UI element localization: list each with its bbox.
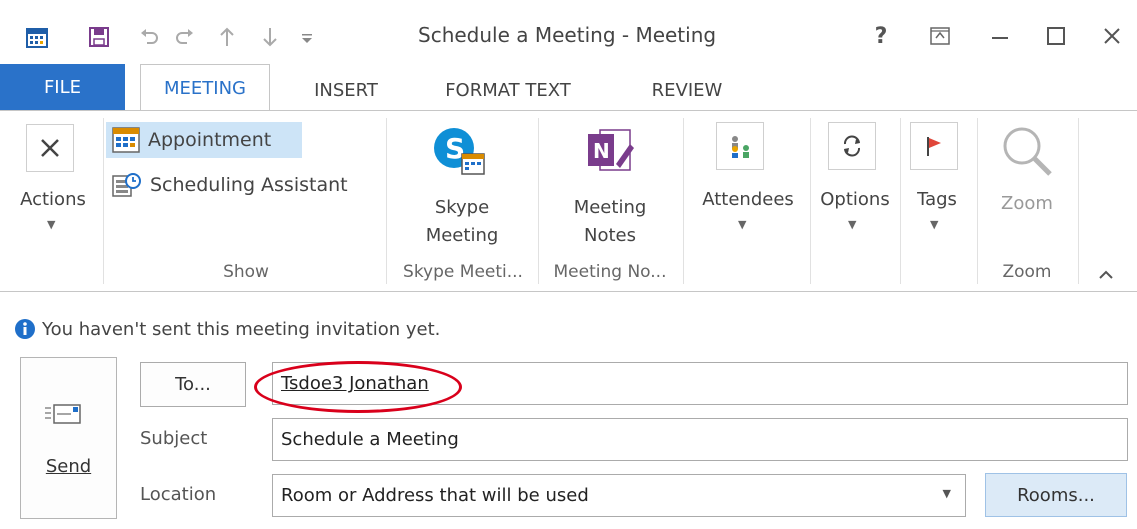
save-icon[interactable] [82, 18, 116, 56]
zoom-button[interactable]: Zoom [982, 118, 1072, 258]
send-envelope-icon [43, 402, 83, 434]
maximize-icon[interactable] [1036, 18, 1076, 54]
scheduling-assistant-label: Scheduling Assistant [150, 174, 348, 196]
window-title: Schedule a Meeting - Meeting [418, 23, 717, 47]
annotation-circle [254, 361, 462, 413]
tab-meeting[interactable]: MEETING [140, 64, 270, 111]
zoom-group-label: Zoom [1002, 262, 1052, 282]
skype-meeting-line2: Meeting [425, 225, 499, 246]
customize-qat-icon[interactable] [292, 18, 322, 56]
tab-file[interactable]: FILE [0, 64, 125, 110]
appointment-icon [112, 127, 140, 153]
options-button[interactable]: Options ▼ [812, 118, 898, 258]
undo-icon[interactable] [134, 18, 164, 56]
tags-label: Tags [917, 189, 957, 210]
magnifier-icon [1000, 124, 1056, 184]
zoom-label: Zoom [1001, 193, 1053, 214]
outlook-calendar-icon[interactable] [20, 18, 54, 56]
meeting-notes-button[interactable]: N Meeting Notes [542, 118, 678, 258]
scheduling-assistant-button[interactable]: Scheduling Assistant [106, 168, 376, 202]
location-label: Location [140, 484, 217, 505]
tab-format-text[interactable]: FORMAT TEXT [428, 70, 588, 110]
send-button[interactable]: Send [20, 357, 117, 519]
onenote-icon: N [586, 126, 636, 180]
attendees-label: Attendees [702, 189, 794, 210]
appointment-label: Appointment [148, 129, 272, 151]
info-icon [14, 318, 36, 340]
svg-text:N: N [593, 139, 610, 163]
skype-group-label: Skype Meeti... [403, 262, 523, 282]
next-item-icon[interactable] [255, 18, 285, 56]
scheduling-assistant-icon [112, 172, 142, 198]
actions-button[interactable]: Actions ▼ [10, 118, 96, 268]
close-icon[interactable] [1092, 18, 1132, 54]
close-meeting-icon [26, 124, 74, 172]
location-input[interactable]: Room or Address that will be used ▼ [272, 474, 966, 517]
chevron-down-icon: ▼ [738, 218, 747, 231]
meeting-notes-line2: Notes [584, 225, 636, 246]
help-button[interactable]: ? [866, 18, 896, 54]
chevron-down-icon: ▼ [930, 218, 939, 231]
skype-meeting-icon: S [430, 124, 486, 184]
redo-icon[interactable] [170, 18, 200, 56]
previous-item-icon[interactable] [212, 18, 242, 56]
chevron-down-icon: ▼ [848, 218, 857, 231]
tab-insert[interactable]: INSERT [296, 70, 396, 110]
subject-label: Subject [140, 428, 208, 449]
recurrence-icon [828, 122, 876, 170]
location-value: Room or Address that will be used [281, 485, 589, 506]
skype-meeting-line1: Skype [434, 197, 490, 218]
tab-review[interactable]: REVIEW [632, 70, 742, 110]
meeting-notes-group-label: Meeting No... [553, 262, 667, 282]
chevron-down-icon[interactable]: ▼ [943, 487, 951, 500]
actions-label: Actions [20, 189, 86, 210]
flag-icon [910, 122, 958, 170]
to-button[interactable]: To... [140, 362, 246, 407]
ribbon-display-options-icon[interactable] [922, 18, 958, 54]
minimize-icon[interactable] [980, 18, 1020, 54]
subject-input[interactable]: Schedule a Meeting [272, 418, 1128, 461]
info-text: You haven't sent this meeting invitation… [42, 318, 441, 340]
attendees-icon [716, 122, 764, 170]
appointment-button[interactable]: Appointment [106, 122, 302, 158]
info-bar: You haven't sent this meeting invitation… [14, 318, 440, 340]
show-group-label: Show [223, 262, 269, 282]
send-label: Send [45, 456, 92, 477]
title-bar: Schedule a Meeting - Meeting ? [0, 0, 1137, 70]
tags-button[interactable]: Tags ▼ [902, 118, 972, 258]
rooms-button[interactable]: Rooms... [985, 473, 1127, 517]
attendees-button[interactable]: Attendees ▼ [688, 118, 808, 258]
chevron-down-icon: ▼ [47, 218, 56, 231]
collapse-ribbon-icon[interactable] [1098, 266, 1114, 285]
options-label: Options [820, 189, 890, 210]
meeting-notes-line1: Meeting [573, 197, 647, 218]
skype-meeting-button[interactable]: S Skype Meeting [392, 118, 532, 258]
